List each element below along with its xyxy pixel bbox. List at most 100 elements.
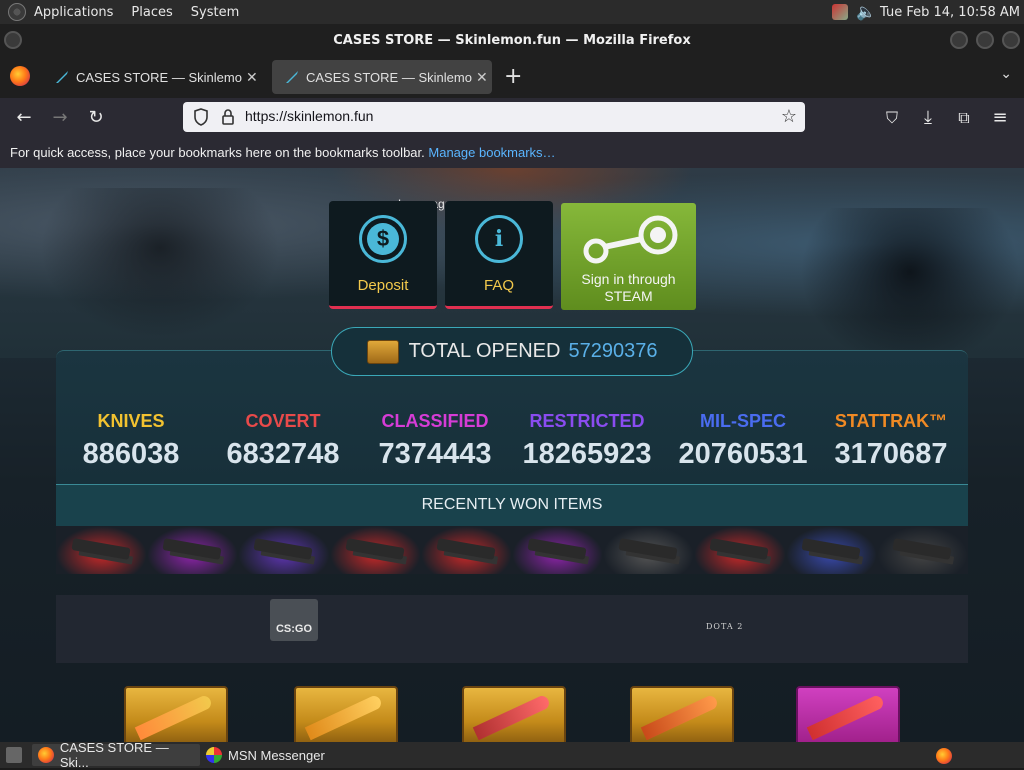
tab-cases-store-2[interactable]: CASES STORE — Skinlemon ✕ xyxy=(272,60,492,94)
case-item[interactable] xyxy=(124,686,228,742)
total-opened-label: TOTAL OPENED xyxy=(408,340,561,362)
stat-covert: COVERT 6832748 xyxy=(208,411,358,471)
forward-button[interactable]: → xyxy=(48,106,72,130)
stat-restricted: RESTRICTED 18265923 xyxy=(512,411,662,471)
list-all-tabs-icon[interactable]: ⌄ xyxy=(1000,66,1012,82)
window-titlebar: CASES STORE — Skinlemon.fun — Mozilla Fi… xyxy=(0,24,1024,56)
hero-soldier-image xyxy=(800,208,1020,368)
bookmarks-toolbar: For quick access, place your bookmarks h… xyxy=(0,138,1024,168)
lock-icon[interactable] xyxy=(221,108,235,126)
won-item[interactable] xyxy=(876,526,968,574)
stat-category: STATTRAK™ xyxy=(834,411,948,431)
window-title: CASES STORE — Skinlemon.fun — Mozilla Fi… xyxy=(333,32,691,48)
stat-mil-spec: MIL-SPEC 20760531 xyxy=(668,411,818,471)
workspace-switcher[interactable] xyxy=(930,745,958,767)
stat-category: COVERT xyxy=(245,411,321,431)
navigation-toolbar: ← → ↻ https://skinlemon.fun ☆ ⛉ ⤓ ⧉ ≡ xyxy=(0,98,1024,138)
close-tab-icon[interactable]: ✕ xyxy=(476,69,488,86)
taskbar-msn-window[interactable]: MSN Messenger xyxy=(200,744,340,766)
pocket-icon[interactable]: ⛉ xyxy=(880,106,904,130)
places-menu[interactable]: Places xyxy=(131,5,172,20)
back-button[interactable]: ← xyxy=(12,106,36,130)
won-item[interactable] xyxy=(238,526,330,574)
firefox-icon xyxy=(936,748,952,764)
clock[interactable]: Tue Feb 14, 10:58 AM xyxy=(880,5,1020,20)
stat-classified: CLASSIFIED 7374443 xyxy=(360,411,510,471)
steam-logo-icon xyxy=(583,215,678,264)
manage-bookmarks-link[interactable]: Manage bookmarks… xyxy=(428,145,555,160)
weapon-skin-image xyxy=(253,538,313,560)
volume-icon[interactable]: 🔈 xyxy=(856,4,876,20)
deposit-button[interactable]: $ Deposit xyxy=(329,201,437,309)
taskbar-firefox-window[interactable]: CASES STORE — Ski... xyxy=(32,740,200,770)
faq-button[interactable]: i FAQ xyxy=(445,201,553,309)
hero-soldier-image xyxy=(40,188,280,338)
url-text[interactable]: https://skinlemon.fun xyxy=(245,108,373,124)
won-item[interactable] xyxy=(420,526,512,574)
case-item[interactable] xyxy=(462,686,566,742)
firefox-view-icon[interactable] xyxy=(10,66,30,86)
new-tab-button[interactable]: + xyxy=(504,64,522,89)
extensions-icon[interactable]: ⧉ xyxy=(952,106,976,130)
weapon-skin-image xyxy=(436,538,496,560)
show-desktop-button[interactable] xyxy=(2,744,26,766)
tracking-protection-shield-icon[interactable] xyxy=(193,108,209,126)
case-icon xyxy=(366,339,399,364)
won-item[interactable] xyxy=(511,526,604,574)
case-item[interactable] xyxy=(796,686,900,742)
stat-value: 6832748 xyxy=(226,438,340,470)
minimize-button[interactable] xyxy=(950,31,968,49)
reload-button[interactable]: ↻ xyxy=(84,106,108,130)
downloads-icon[interactable]: ⤓ xyxy=(916,106,940,130)
deposit-label: Deposit xyxy=(357,277,409,294)
dota2-game-tab[interactable]: DOTA 2 xyxy=(706,622,743,631)
game-selector: CS:GO DOTA 2 xyxy=(56,595,968,663)
close-tab-icon[interactable]: ✕ xyxy=(246,69,258,86)
weapon-skin-image xyxy=(709,538,769,560)
case-item[interactable] xyxy=(294,686,398,742)
window-menu-button[interactable] xyxy=(4,31,22,49)
applications-menu[interactable]: Applications xyxy=(34,5,113,20)
tab-bar: CASES STORE — Skinlemon ✕ CASES STORE — … xyxy=(0,56,1024,98)
won-item[interactable] xyxy=(147,526,239,574)
weapon-skin-image xyxy=(800,538,861,560)
gnome-foot-icon[interactable] xyxy=(8,3,26,21)
tab-cases-store-1[interactable]: CASES STORE — Skinlemon ✕ xyxy=(42,60,266,94)
close-window-button[interactable] xyxy=(1002,31,1020,49)
stat-value: 886038 xyxy=(82,438,180,470)
stat-value: 20760531 xyxy=(678,438,808,470)
system-top-panel: Applications Places System 🔈 Tue Feb 14,… xyxy=(0,0,1024,24)
bookmark-star-icon[interactable]: ☆ xyxy=(781,106,797,127)
system-menu[interactable]: System xyxy=(191,5,239,20)
app-menu-icon[interactable]: ≡ xyxy=(988,106,1012,130)
total-opened-badge: TOTAL OPENED 57290376 xyxy=(331,327,693,376)
recently-won-strip xyxy=(56,526,968,574)
won-item[interactable] xyxy=(694,526,786,574)
stat-value: 3170687 xyxy=(834,438,948,470)
url-bar[interactable]: https://skinlemon.fun ☆ xyxy=(183,102,805,132)
stat-knives: KNIVES 886038 xyxy=(56,411,206,471)
stat-stattrak: STATTRAK™ 3170687 xyxy=(816,411,966,471)
won-item[interactable] xyxy=(329,526,421,574)
dollar-icon: $ xyxy=(359,215,407,263)
knife-favicon-icon xyxy=(286,71,298,83)
weapon-skin-image xyxy=(892,538,952,560)
won-item[interactable] xyxy=(56,526,148,574)
weapon-skin-image xyxy=(162,538,222,560)
faq-label: FAQ xyxy=(483,277,514,294)
network-tray-icon[interactable] xyxy=(832,4,848,20)
steam-signin-button[interactable]: Sign in through STEAM xyxy=(561,203,696,310)
case-item[interactable] xyxy=(630,686,734,742)
csgo-game-tab[interactable]: CS:GO xyxy=(270,599,318,641)
weapon-skin-image xyxy=(527,538,587,560)
knife-favicon-icon xyxy=(56,71,68,83)
won-item[interactable] xyxy=(785,526,877,574)
maximize-button[interactable] xyxy=(976,31,994,49)
msn-icon xyxy=(206,747,222,763)
steam-label-line1: Sign in through xyxy=(581,271,676,287)
stat-category: KNIVES xyxy=(97,411,165,431)
won-item[interactable] xyxy=(603,526,695,574)
tab-title: CASES STORE — Skinlemon xyxy=(76,69,242,85)
steam-label-line2: STEAM xyxy=(604,288,653,304)
taskbar-item-label: MSN Messenger xyxy=(228,747,325,763)
